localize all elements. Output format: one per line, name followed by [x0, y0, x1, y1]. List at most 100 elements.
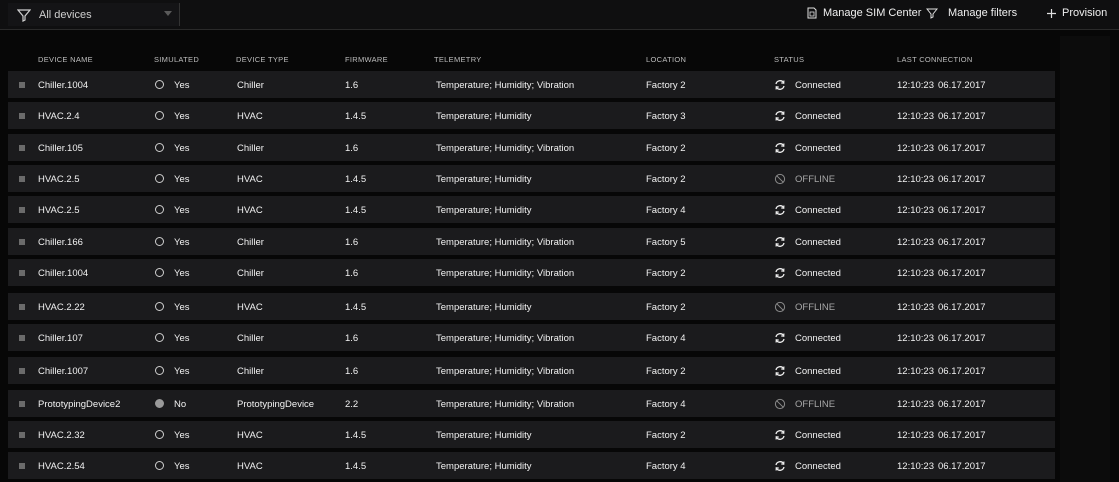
- simulated-cell: Yes: [174, 80, 190, 91]
- table-row[interactable]: HVAC.2.5 Yes HVAC 1.4.5 Temperature; Humidit…: [8, 165, 1055, 192]
- provision-button[interactable]: Provision: [1046, 7, 1107, 19]
- device-name-cell: HVAC.2.54: [38, 461, 85, 472]
- row-select-checkbox[interactable]: [19, 176, 25, 182]
- device-type-cell: HVAC: [237, 461, 263, 472]
- location-cell: Factory 5: [646, 237, 686, 248]
- simulated-indicator-icon: [155, 430, 164, 439]
- col-status[interactable]: STATUS: [774, 55, 804, 64]
- last-connection-time-cell: 12:10:23: [897, 205, 934, 216]
- status-cell: OFFLINE: [795, 399, 836, 410]
- offline-icon: [774, 398, 786, 410]
- last-connection-date-cell: 06.17.2017: [938, 461, 986, 472]
- simulated-indicator-icon: [155, 268, 164, 277]
- last-connection-date-cell: 06.17.2017: [938, 399, 986, 410]
- row-select-checkbox[interactable]: [19, 432, 25, 438]
- last-connection-time-cell: 12:10:23: [897, 268, 934, 279]
- last-connection-date-cell: 06.17.2017: [938, 333, 986, 344]
- row-select-checkbox[interactable]: [19, 368, 25, 374]
- device-type-cell: PrototypingDevice: [237, 399, 315, 410]
- table-row[interactable]: PrototypingDevice2 No PrototypingDevice 2.2…: [8, 390, 1055, 417]
- col-firmware[interactable]: FIRMWARE: [345, 55, 388, 64]
- table-row[interactable]: HVAC.2.5 Yes HVAC 1.4.5 Temperature; Humidit…: [8, 196, 1055, 223]
- filter-icon: [17, 8, 31, 22]
- location-cell: Factory 3: [646, 111, 686, 122]
- location-cell: Factory 2: [646, 302, 686, 313]
- device-name-cell: Chiller.1004: [38, 268, 89, 279]
- device-filter-dropdown[interactable]: All devices: [8, 3, 180, 26]
- row-select-checkbox[interactable]: [19, 145, 25, 151]
- manage-sim-center-button[interactable]: Manage SIM Center: [806, 7, 943, 19]
- status-cell: Connected: [795, 430, 841, 441]
- table-row[interactable]: HVAC.2.32 Yes HVAC 1.4.5 Temperature; Humidi…: [8, 421, 1055, 448]
- simulated-indicator-icon: [155, 333, 164, 342]
- simulated-cell: Yes: [174, 174, 190, 185]
- manage-filters-button[interactable]: Manage filters: [948, 7, 1017, 19]
- scrollbar-track[interactable]: [1060, 36, 1110, 482]
- row-select-checkbox[interactable]: [19, 335, 25, 341]
- device-name-cell: Chiller.1007: [38, 366, 89, 377]
- row-select-checkbox[interactable]: [19, 239, 25, 245]
- sync-icon: [775, 143, 785, 153]
- firmware-cell: 1.6: [345, 268, 359, 279]
- device-type-cell: HVAC: [237, 111, 263, 122]
- table-row[interactable]: Chiller.107 Yes Chiller 1.6 Temperature; Hum…: [8, 324, 1055, 351]
- row-select-checkbox[interactable]: [19, 270, 25, 276]
- col-simulated[interactable]: SIMULATED: [154, 55, 199, 64]
- col-location[interactable]: LOCATION: [646, 55, 686, 64]
- row-select-checkbox[interactable]: [19, 82, 25, 88]
- status-cell: OFFLINE: [795, 174, 836, 185]
- row-select-checkbox[interactable]: [19, 207, 25, 213]
- sync-icon: [775, 111, 785, 121]
- device-type-cell: HVAC: [237, 302, 263, 313]
- telemetry-cell: Temperature; Humidity: [436, 302, 532, 313]
- location-cell: Factory 4: [646, 461, 686, 472]
- row-select-checkbox[interactable]: [19, 463, 25, 469]
- device-type-cell: Chiller: [237, 366, 264, 377]
- last-connection-date-cell: 06.17.2017: [938, 205, 986, 216]
- simulated-cell: Yes: [174, 302, 190, 313]
- status-cell: Connected: [795, 333, 841, 344]
- table-row[interactable]: HVAC.2.22 Yes HVAC 1.4.5 Temperature; Humidi…: [8, 293, 1055, 320]
- device-name-cell: HVAC.2.5: [38, 205, 80, 216]
- table-row[interactable]: Chiller.1007 Yes Chiller 1.6 Temperature; Hu…: [8, 357, 1055, 384]
- row-select-checkbox[interactable]: [19, 113, 25, 119]
- table-row[interactable]: Chiller.105 Yes Chiller 1.6 Temperature; Hum…: [8, 134, 1055, 161]
- last-connection-date-cell: 06.17.2017: [938, 268, 986, 279]
- col-telemetry[interactable]: TELEMETRY: [434, 55, 482, 64]
- firmware-cell: 2.2: [345, 399, 359, 410]
- device-type-cell: Chiller: [237, 333, 264, 344]
- location-cell: Factory 2: [646, 80, 686, 91]
- last-connection-time-cell: 12:10:23: [897, 461, 934, 472]
- device-type-cell: Chiller: [237, 237, 264, 248]
- location-cell: Factory 2: [646, 366, 686, 377]
- table-row[interactable]: Chiller.1004 Yes Chiller 1.6 Temperature; Hu…: [8, 259, 1055, 286]
- firmware-cell: 1.4.5: [345, 302, 367, 313]
- simulated-cell: Yes: [174, 430, 190, 441]
- col-device-name[interactable]: DEVICE NAME: [38, 55, 93, 64]
- col-last-connection[interactable]: LAST CONNECTION: [897, 55, 973, 64]
- sync-icon: [775, 237, 785, 247]
- col-device-type[interactable]: DEVICE TYPE: [236, 55, 289, 64]
- firmware-cell: 1.4.5: [345, 174, 367, 185]
- table-row[interactable]: Chiller.166 Yes Chiller 1.6 Temperature; Hum…: [8, 228, 1055, 255]
- row-select-checkbox[interactable]: [19, 401, 25, 407]
- status-cell: Connected: [795, 237, 841, 248]
- sync-icon: [775, 268, 785, 278]
- last-connection-time-cell: 12:10:23: [897, 430, 934, 441]
- sync-icon: [775, 333, 785, 343]
- filter-icon: [926, 8, 939, 19]
- offline-icon: [774, 301, 786, 313]
- firmware-cell: 1.6: [345, 143, 359, 154]
- device-type-cell: HVAC: [237, 205, 263, 216]
- table-row[interactable]: HVAC.2.4 Yes HVAC 1.4.5 Temperature; Humidit…: [8, 102, 1055, 129]
- last-connection-date-cell: 06.17.2017: [938, 237, 986, 248]
- table-row[interactable]: HVAC.2.54 Yes HVAC 1.4.5 Temperature; Humidi…: [8, 452, 1055, 479]
- table-row[interactable]: Chiller.1004 Yes Chiller 1.6 Temperature; Hu…: [8, 71, 1055, 98]
- row-select-checkbox[interactable]: [19, 304, 25, 310]
- location-cell: Factory 4: [646, 399, 686, 410]
- simulated-indicator-icon: [155, 174, 164, 183]
- manage-sim-center-label: Manage SIM Center: [823, 7, 922, 19]
- simulated-indicator-icon: [155, 366, 164, 375]
- status-cell: Connected: [795, 143, 841, 154]
- simulated-cell: Yes: [174, 461, 190, 472]
